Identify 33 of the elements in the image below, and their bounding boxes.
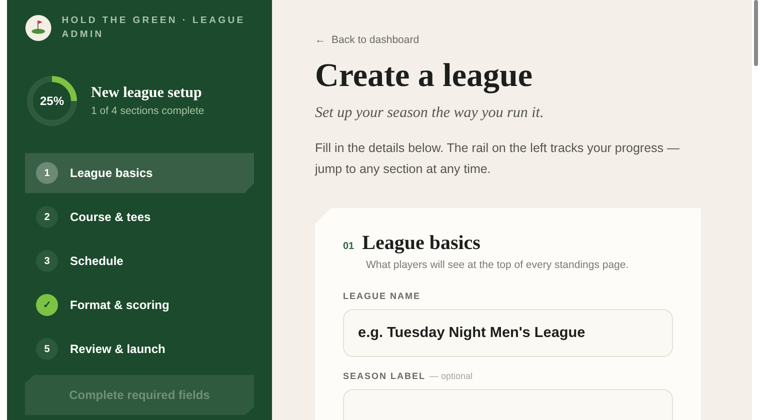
progress-ring [25,74,79,128]
step-label: Course & tees [70,210,151,224]
progress-percent: 25% [40,94,64,108]
step-number: 5 [36,338,58,360]
intro-text: Fill in the details below. The rail on the left tracks your progress — jump to any section at any time. [315,140,681,178]
page-tagline: Set up your season the way you run it. [315,105,545,122]
progress-subtitle: 1 of 4 sections complete [91,105,204,117]
optional-note: — optional [430,371,473,381]
field-label: SEASON LABEL [343,371,426,381]
step-number: 2 [36,206,58,228]
field-label: LEAGUE NAME [343,291,421,301]
section-title: League basics [362,232,480,255]
step-item[interactable]: 2 Course & tees [25,197,254,237]
back-link[interactable]: ← Back to dashboard [315,34,420,46]
progress-title: New league setup [91,85,203,102]
step-item[interactable]: 3 Schedule [25,241,254,281]
section-description: What players will see at the top of every standings page. [366,259,630,271]
step-item[interactable]: ✓ Format & scoring [25,285,254,325]
step-number: 1 [36,162,58,184]
step-item[interactable]: 5 Review & launch [25,329,254,369]
step-label: League basics [70,166,153,180]
step-label: Schedule [70,254,124,268]
step-label: Review & launch [70,342,166,356]
brand-name: HOLD THE GREEN · LEAGUE ADMIN [62,14,246,42]
page-title: Create a league [315,58,534,95]
input-field[interactable]: e.g. Tuesday Night Men's League [343,309,673,357]
scrollbar[interactable] [754,0,758,66]
step-item[interactable]: 1 League basics [25,153,254,193]
step-label: Format & scoring [70,298,170,312]
check-icon: ✓ [36,294,58,316]
logo-icon [25,12,52,44]
section-number: 01 [343,241,354,252]
step-number: 3 [36,250,58,272]
